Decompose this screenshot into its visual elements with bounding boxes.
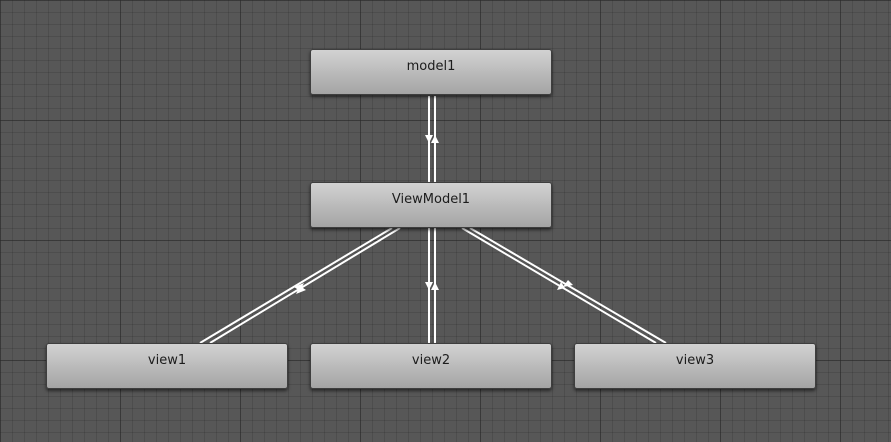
edge-line-b — [209, 227, 401, 344]
edge-model1-viewmodel1 — [425, 96, 439, 182]
node-view2[interactable]: view2 — [310, 343, 552, 389]
node-label: view3 — [675, 353, 715, 368]
node-label: view2 — [411, 353, 451, 368]
node-viewmodel1[interactable]: ViewModel1 — [310, 182, 552, 228]
node-label: model1 — [406, 59, 456, 74]
node-label: ViewModel1 — [391, 192, 471, 207]
edge-viewmodel1-view3 — [461, 227, 667, 344]
node-label: view1 — [147, 353, 187, 368]
node-view3[interactable]: view3 — [574, 343, 816, 389]
node-model1[interactable]: model1 — [310, 49, 552, 95]
graph-canvas[interactable]: model1 ViewModel1 view1 view2 view3 — [0, 0, 891, 442]
edge-viewmodel1-view2 — [425, 228, 439, 343]
edge-line-a — [199, 227, 393, 344]
edge-line-a — [461, 227, 657, 344]
node-view1[interactable]: view1 — [46, 343, 288, 389]
edge-viewmodel1-view1 — [199, 227, 401, 344]
